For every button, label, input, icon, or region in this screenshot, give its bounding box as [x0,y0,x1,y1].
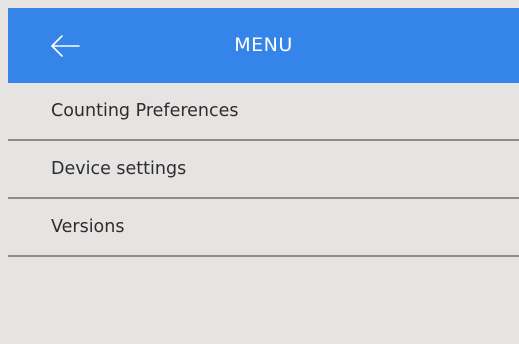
menu-item-device-settings[interactable]: Device settings [8,141,519,199]
menu-item-label: Counting Preferences [51,101,239,121]
menu-screen: MENU Counting Preferences Device setting… [0,0,519,344]
menu-item-label: Device settings [51,159,187,179]
menu-item-versions[interactable]: Versions [8,199,519,257]
menu-item-counting-preferences[interactable]: Counting Preferences [8,83,519,141]
header-bar: MENU [8,8,519,83]
menu-item-label: Versions [51,217,125,237]
arrow-left-icon [51,35,80,57]
menu-list: Counting Preferences Device settings Ver… [8,83,519,257]
page-title: MENU [234,34,293,56]
back-button[interactable] [44,30,84,62]
